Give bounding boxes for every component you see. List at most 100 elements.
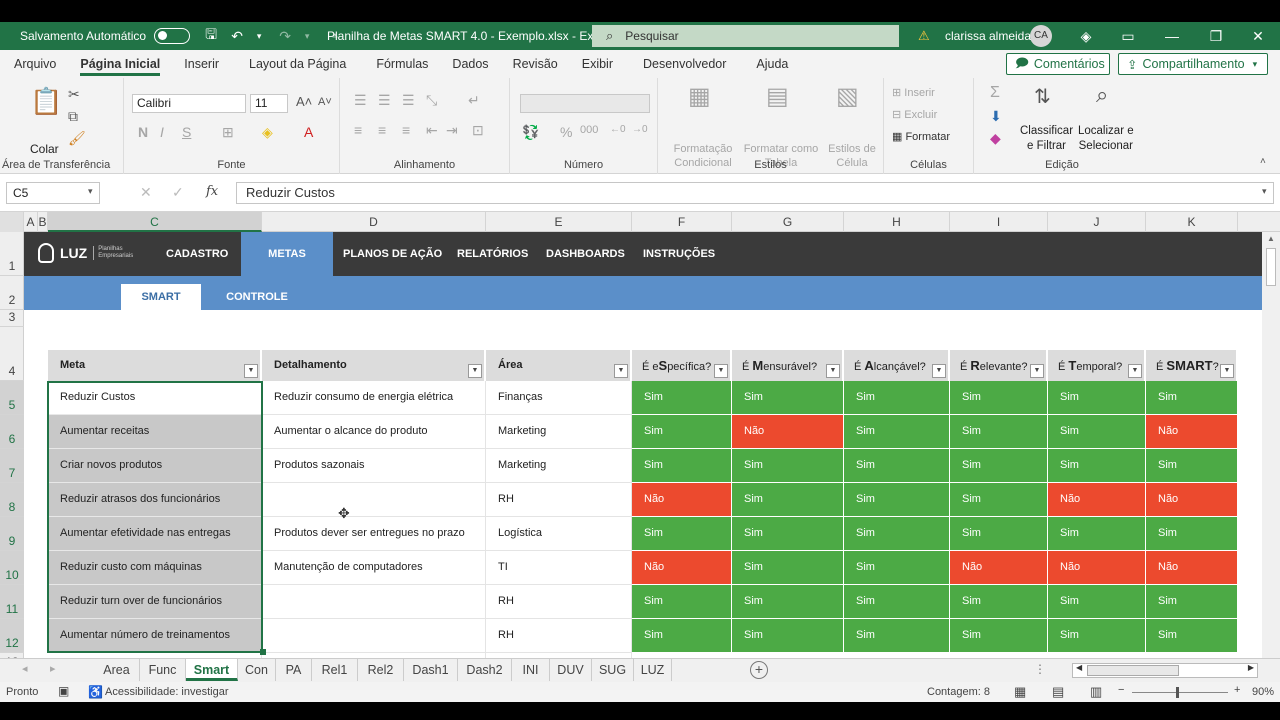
align-center-icon[interactable]: ≡ bbox=[378, 122, 386, 138]
subnav-controle[interactable]: CONTROLE bbox=[214, 284, 300, 310]
column-header-h[interactable]: H bbox=[844, 212, 950, 232]
area-cell[interactable]: RH bbox=[486, 483, 632, 517]
undo-icon[interactable]: ↶ bbox=[226, 28, 248, 45]
nav-cadastro[interactable]: CADASTRO bbox=[166, 232, 228, 276]
smart-status-cell[interactable]: Não bbox=[1048, 483, 1146, 517]
smart-status-cell[interactable]: Sim bbox=[732, 585, 844, 619]
clear-icon[interactable]: ◆ bbox=[990, 130, 1001, 147]
smart-status-cell[interactable]: Sim bbox=[632, 517, 732, 551]
search-input[interactable]: ⌕ Pesquisar bbox=[592, 25, 899, 47]
underline-button[interactable]: S bbox=[182, 124, 191, 140]
filter-dropdown-icon[interactable]: ▼ bbox=[468, 364, 482, 378]
tab-arquivo[interactable]: Arquivo bbox=[2, 50, 68, 78]
redo-dropdown-icon[interactable]: ▾ bbox=[296, 31, 318, 42]
tab-desenvolvedor[interactable]: Desenvolvedor bbox=[631, 50, 738, 78]
conditional-format-icon[interactable]: ▦ bbox=[688, 82, 711, 111]
redo-icon[interactable]: ↷ bbox=[274, 28, 296, 45]
smart-status-cell[interactable]: Sim bbox=[632, 619, 732, 653]
detalhamento-cell[interactable] bbox=[262, 585, 486, 619]
area-cell[interactable]: Finanças bbox=[486, 381, 632, 415]
smart-status-cell[interactable]: Sim bbox=[950, 585, 1048, 619]
nav-relatorios[interactable]: RELATÓRIOS bbox=[457, 232, 528, 276]
smart-status-cell[interactable]: Não bbox=[632, 551, 732, 585]
tab-revisao[interactable]: Revisão bbox=[501, 50, 570, 78]
area-cell[interactable]: Logística bbox=[486, 517, 632, 551]
add-sheet-icon[interactable]: + bbox=[750, 661, 768, 679]
smart-status-cell[interactable]: Sim bbox=[1048, 449, 1146, 483]
smart-status-cell[interactable]: Sim bbox=[844, 551, 950, 585]
smart-status-cell[interactable]: Sim bbox=[844, 517, 950, 551]
fill-handle[interactable] bbox=[260, 649, 266, 655]
minimize-icon[interactable]: — bbox=[1152, 22, 1192, 50]
filter-dropdown-icon[interactable]: ▼ bbox=[714, 364, 728, 378]
subnav-smart[interactable]: SMART bbox=[121, 284, 201, 310]
name-box-dropdown-icon[interactable]: ▾ bbox=[88, 186, 93, 197]
autosave-toggle[interactable] bbox=[154, 28, 191, 44]
smart-status-cell[interactable]: Sim bbox=[1048, 415, 1146, 449]
paste-label[interactable]: Colar bbox=[30, 142, 59, 156]
align-left-icon[interactable]: ≡ bbox=[354, 122, 362, 138]
sheet-tab[interactable]: Rel1 bbox=[312, 659, 358, 681]
align-bottom-icon[interactable]: ☰ bbox=[402, 92, 415, 109]
fill-icon[interactable]: ⬇ bbox=[990, 108, 1002, 125]
area-cell[interactable]: TI bbox=[486, 551, 632, 585]
merge-icon[interactable]: ⊡ bbox=[472, 122, 484, 139]
accessibility-status[interactable]: Acessibilidade: investigar bbox=[105, 686, 229, 698]
area-cell[interactable]: Marketing bbox=[486, 415, 632, 449]
smart-status-cell[interactable]: Sim bbox=[732, 483, 844, 517]
row-header[interactable]: 8 bbox=[0, 483, 24, 517]
orientation-icon[interactable]: ⤡ bbox=[426, 92, 437, 109]
fill-color-icon[interactable]: ◈ bbox=[262, 124, 273, 141]
zoom-in-icon[interactable]: + bbox=[1234, 684, 1240, 696]
smart-status-cell[interactable]: Sim bbox=[732, 449, 844, 483]
row-header[interactable]: 10 bbox=[0, 551, 24, 585]
meta-cell[interactable]: Aumentar número de treinamentos bbox=[48, 619, 262, 653]
column-header-k[interactable]: K bbox=[1146, 212, 1238, 232]
prev-sheet-icon[interactable]: ◂ bbox=[22, 662, 28, 675]
smart-status-cell[interactable]: Sim bbox=[1146, 619, 1238, 653]
diamond-icon[interactable]: ◈ bbox=[1066, 22, 1106, 50]
number-format-select[interactable] bbox=[520, 94, 650, 113]
comments-button[interactable]: 🗩 Comentários bbox=[1006, 53, 1110, 75]
vertical-scrollbar[interactable]: ▲ bbox=[1262, 232, 1280, 672]
format-button[interactable]: ▦ Formatar bbox=[892, 130, 950, 143]
format-table-icon[interactable]: ▤ bbox=[766, 82, 789, 111]
paste-icon[interactable]: 📋 bbox=[30, 86, 62, 117]
avatar[interactable]: CA bbox=[1030, 25, 1052, 47]
smart-status-cell[interactable]: Não bbox=[950, 551, 1048, 585]
increase-decimal-icon[interactable]: ←0 bbox=[610, 124, 626, 135]
meta-cell[interactable]: Reduzir custo com máquinas bbox=[48, 551, 262, 585]
row-header[interactable]: 3 bbox=[0, 310, 24, 327]
share-button[interactable]: ⇪ Compartilhamento ▾ bbox=[1118, 53, 1268, 75]
smart-status-cell[interactable]: Sim bbox=[732, 517, 844, 551]
meta-cell[interactable]: Aumentar efetividade nas entregas bbox=[48, 517, 262, 551]
name-box[interactable]: C5 bbox=[6, 182, 100, 204]
delete-button[interactable]: ⊟ Excluir bbox=[892, 108, 937, 121]
tab-layout[interactable]: Layout da Página bbox=[237, 50, 358, 78]
horizontal-scrollbar[interactable]: ◀ ▶ bbox=[1072, 663, 1258, 678]
accessibility-icon[interactable]: ♿ bbox=[88, 685, 103, 699]
smart-status-cell[interactable]: Sim bbox=[844, 381, 950, 415]
percent-icon[interactable]: % bbox=[560, 124, 572, 140]
sort-filter-icon[interactable]: ⇅ bbox=[1034, 84, 1051, 109]
formula-input[interactable]: Reduzir Custos bbox=[236, 182, 1274, 204]
collapse-ribbon-icon[interactable]: ˄ bbox=[1260, 156, 1266, 167]
nav-instrucoes[interactable]: INSTRUÇÕES bbox=[643, 232, 715, 276]
column-header-d[interactable]: D bbox=[262, 212, 486, 232]
area-cell[interactable]: Marketing bbox=[486, 449, 632, 483]
insert-button[interactable]: ⊞ Inserir bbox=[892, 86, 935, 99]
sheet-tab[interactable]: LUZ bbox=[634, 659, 672, 681]
scroll-thumb[interactable] bbox=[1266, 248, 1276, 286]
font-name-select[interactable]: Calibri bbox=[132, 94, 246, 113]
cell-styles-icon[interactable]: ▧ bbox=[836, 82, 859, 111]
area-cell[interactable]: RH bbox=[486, 619, 632, 653]
smart-status-cell[interactable]: Sim bbox=[632, 381, 732, 415]
smart-status-cell[interactable]: Sim bbox=[1048, 619, 1146, 653]
detalhamento-cell[interactable] bbox=[262, 483, 486, 517]
row-header[interactable]: 11 bbox=[0, 585, 24, 619]
smart-status-cell[interactable]: Não bbox=[1146, 483, 1238, 517]
tab-dados[interactable]: Dados bbox=[440, 50, 500, 78]
sheet-tab[interactable]: Smart bbox=[186, 659, 238, 681]
borders-icon[interactable]: ⊞ bbox=[222, 124, 234, 141]
meta-cell[interactable]: Reduzir atrasos dos funcionários bbox=[48, 483, 262, 517]
